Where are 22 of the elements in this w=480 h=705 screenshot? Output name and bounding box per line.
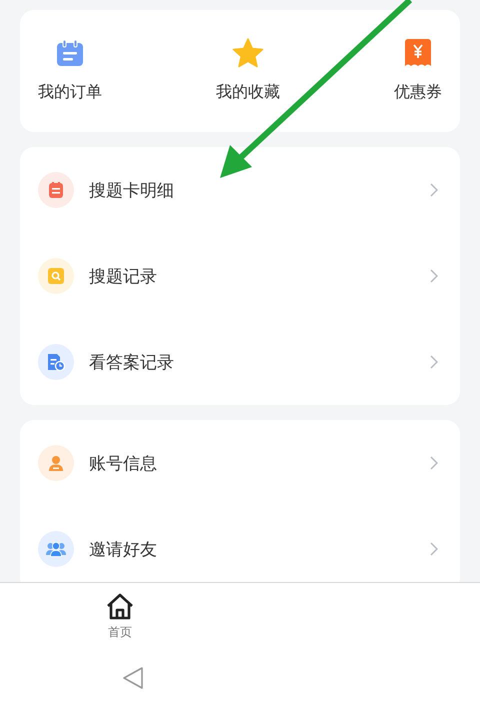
coupon-icon — [404, 38, 432, 68]
notepad-icon — [49, 182, 63, 198]
chevron-right-icon — [430, 269, 438, 283]
shortcut-button[interactable]: 优惠券 — [394, 38, 442, 112]
chevron-right-icon — [430, 355, 438, 369]
menu-item[interactable]: 搜题记录 — [20, 233, 460, 319]
menu-item[interactable]: 看答案记录 — [20, 319, 460, 405]
document-clock-icon — [47, 353, 65, 371]
star-icon — [232, 38, 264, 68]
chevron-right-icon — [430, 456, 438, 470]
group-icon — [46, 541, 66, 557]
home-icon — [106, 593, 134, 620]
home-tab[interactable]: 首页 — [92, 593, 148, 641]
search-icon — [48, 268, 64, 284]
back-triangle-icon[interactable] — [122, 666, 144, 690]
chevron-right-icon — [430, 542, 438, 556]
shortcut-button[interactable]: 我的收藏 — [216, 38, 280, 112]
chevron-right-icon — [430, 183, 438, 197]
menu-item[interactable]: 账号信息 — [20, 420, 460, 506]
calendar-icon — [55, 38, 85, 68]
person-icon — [48, 455, 64, 471]
shortcut-button[interactable]: 我的订单 — [38, 38, 102, 112]
